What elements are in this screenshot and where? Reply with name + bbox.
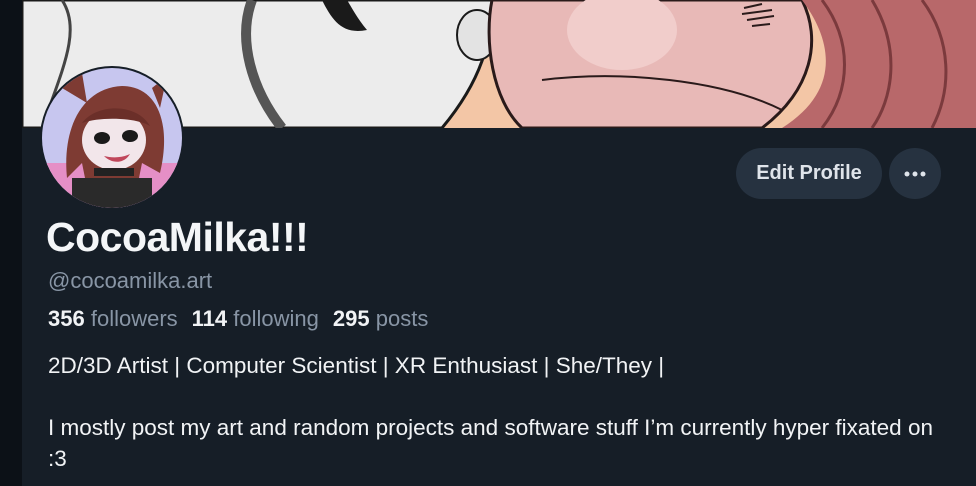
profile-handle: @cocoamilka.art (48, 268, 213, 293)
followers-count: 356 (48, 306, 85, 331)
bio-line: I mostly post my art and random projects… (48, 415, 933, 471)
posts-label: posts (375, 306, 429, 331)
avatar-image (42, 68, 182, 208)
bio-line: 2D/3D Artist | Computer Scientist | XR E… (48, 353, 665, 378)
followers-stat[interactable]: 356 followers (48, 306, 178, 332)
posts-stat: 295 posts (333, 306, 428, 332)
posts-count: 295 (332, 306, 370, 331)
followers-label: followers (90, 306, 178, 331)
ellipsis-icon (904, 171, 926, 176)
following-stat[interactable]: 114 following (192, 306, 319, 332)
window-edge (0, 0, 22, 486)
profile-bio: 2D/3D Artist | Computer Scientist | XR E… (48, 350, 948, 474)
profile-stats: 356 followers 114 following 295 posts (48, 306, 442, 332)
more-options-button[interactable] (889, 148, 941, 199)
edit-profile-button[interactable]: Edit Profile (736, 148, 882, 199)
following-label: following (233, 306, 319, 331)
display-name: CocoaMilka!!! (46, 214, 309, 260)
following-count: 114 (191, 306, 228, 331)
avatar[interactable] (40, 66, 184, 210)
